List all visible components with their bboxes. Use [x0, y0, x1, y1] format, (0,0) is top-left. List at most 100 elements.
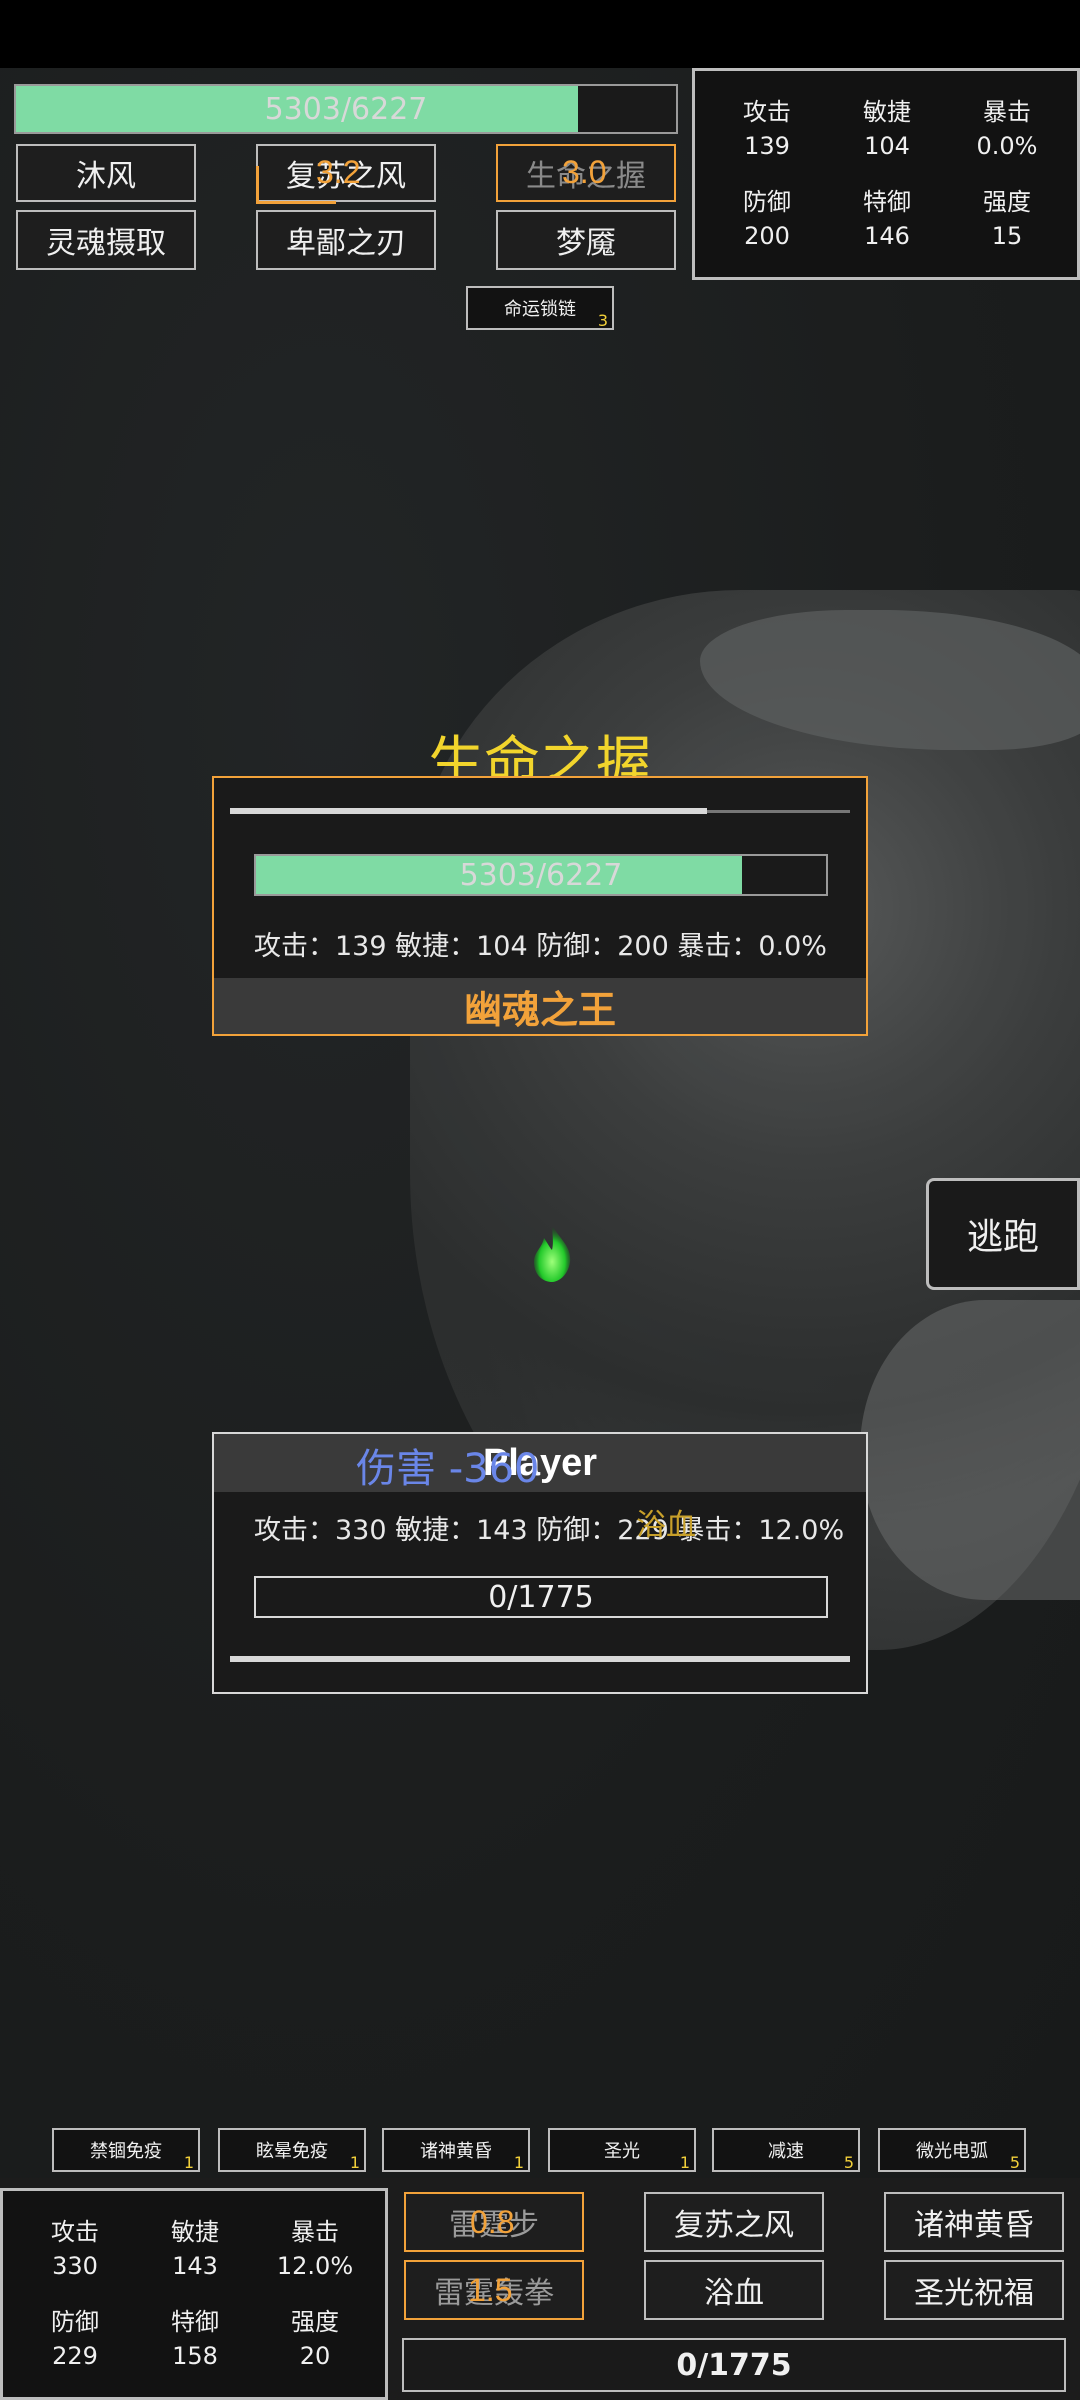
stat-label: 防御	[51, 2308, 99, 2336]
buff-chip[interactable]: 诸神黄昏 1	[382, 2128, 530, 2172]
enemy-panel: 5303/6227 攻击：139 敏捷：104 防御：200 暴击：0.0% 幽…	[212, 776, 868, 1036]
skill-button-shengguang[interactable]: 圣光祝福	[884, 2260, 1064, 2320]
skill-button-fusu[interactable]: 复苏之风 3.2	[256, 144, 436, 204]
skill-button-mengyan[interactable]: 梦魇	[496, 210, 676, 270]
top-hp-bar: 5303/6227	[14, 84, 678, 134]
buff-chip-fate-chain[interactable]: 命运锁链 3	[466, 286, 614, 330]
stat-value: 330	[52, 2252, 98, 2280]
skill-label: 灵魂摄取	[46, 226, 166, 261]
skill-cooldown: 0.8	[470, 2204, 515, 2240]
stat-label: 攻击	[51, 2218, 99, 2246]
stat-value: 146	[864, 222, 910, 250]
stat-attack: 攻击 139	[707, 95, 827, 163]
buff-chip[interactable]: 减速 5	[712, 2128, 860, 2172]
skill-button-leiting-fist[interactable]: 雷霆轰拳 1.5	[404, 2260, 584, 2320]
buff-label: 圣光	[604, 2141, 640, 2162]
skill-button-yuxue[interactable]: 浴血	[644, 2260, 824, 2320]
flame-icon	[534, 1224, 571, 1282]
buff-count: 1	[183, 2153, 194, 2172]
buff-count: 1	[349, 2153, 360, 2172]
stat-special-defense: 特御 158	[135, 2305, 255, 2373]
buff-chip[interactable]: 眩晕免疫 1	[218, 2128, 366, 2172]
buff-count: 1	[679, 2153, 690, 2172]
stat-label: 攻击	[743, 98, 791, 126]
stat-value: 158	[172, 2342, 218, 2370]
buff-count: 3	[597, 311, 608, 330]
skill-label: 卑鄙之刃	[286, 226, 406, 261]
skill-button-beibi[interactable]: 卑鄙之刃	[256, 210, 436, 270]
stat-agility: 敏捷 143	[135, 2215, 255, 2283]
stat-label: 敏捷	[171, 2218, 219, 2246]
enemy-hp-bar: 5303/6227	[254, 854, 828, 896]
stat-crit: 暴击 0.0%	[947, 95, 1067, 163]
stat-crit: 暴击 12.0%	[255, 2215, 375, 2283]
buff-count: 5	[1009, 2153, 1020, 2172]
skill-cooldown: 1.5	[468, 2272, 513, 2308]
skill-label: 梦魇	[556, 226, 616, 261]
top-hp-text: 5303/6227	[264, 91, 428, 127]
buff-chip[interactable]: 微光电弧 5	[878, 2128, 1026, 2172]
skill-button-zhushen[interactable]: 诸神黄昏	[884, 2192, 1064, 2252]
stat-label: 防御	[743, 188, 791, 216]
skill-label: 圣光祝福	[914, 2276, 1034, 2311]
bottom-mp-text: 0/1775	[676, 2347, 792, 2383]
buff-label: 微光电弧	[916, 2141, 988, 2162]
damage-popup: 伤害 -360	[356, 1446, 540, 1492]
skill-button-leiting-step[interactable]: 雷霆步 0.8	[404, 2192, 584, 2252]
stat-value: 139	[744, 132, 790, 160]
stat-defense: 防御 200	[707, 185, 827, 253]
buff-label: 命运锁链	[504, 299, 576, 320]
buff-label: 减速	[768, 2141, 804, 2162]
stat-special-defense: 特御 146	[827, 185, 947, 253]
player-panel: Player 攻击：330 敏捷：143 防御：229 暴击：12.0% 0/1…	[212, 1432, 868, 1694]
cast-progress-fill	[230, 808, 708, 814]
stat-value: 229	[52, 2342, 98, 2370]
buff-chip[interactable]: 禁锢免疫 1	[52, 2128, 200, 2172]
skill-button-fusu-bottom[interactable]: 复苏之风	[644, 2192, 824, 2252]
stat-agility: 敏捷 104	[827, 95, 947, 163]
buff-count: 5	[843, 2153, 854, 2172]
bottom-mp-bar: 0/1775	[402, 2338, 1066, 2392]
skill-label: 浴血	[704, 2276, 764, 2311]
enemy-hp-text: 5303/6227	[459, 857, 623, 893]
stat-value: 15	[991, 222, 1023, 250]
stat-value: 200	[744, 222, 790, 250]
player-stats-panel: 攻击 330 敏捷 143 暴击 12.0% 防御 229 特御 158 强度 20	[0, 2188, 388, 2400]
player-name-bar: Player	[214, 1434, 866, 1492]
stat-attack: 攻击 330	[15, 2215, 135, 2283]
stat-label: 强度	[291, 2308, 339, 2336]
buff-chip[interactable]: 圣光 1	[548, 2128, 696, 2172]
stat-intensity: 强度 20	[255, 2305, 375, 2373]
player-progress-line	[230, 1656, 850, 1662]
stat-label: 强度	[983, 188, 1031, 216]
skill-label: 沐风	[76, 159, 136, 194]
escape-button[interactable]: 逃跑	[926, 1178, 1080, 1290]
stat-intensity: 强度 15	[947, 185, 1067, 253]
buff-count: 1	[513, 2153, 524, 2172]
stat-value: 0.0%	[976, 132, 1038, 160]
skill-button-mufeng[interactable]: 沐风	[16, 144, 196, 202]
enemy-name: 幽魂之王	[463, 987, 616, 1032]
stat-value: 143	[172, 2252, 218, 2280]
buff-label: 禁锢免疫	[90, 2141, 162, 2162]
skill-label: 复苏之风	[674, 2208, 794, 2243]
enemy-stat-line: 攻击：139 敏捷：104 防御：200 暴击：0.0%	[254, 931, 827, 962]
stat-label: 暴击	[983, 98, 1031, 126]
skill-cooldown: 3.0	[562, 154, 607, 190]
skill-cooldown: 3.2	[316, 154, 361, 190]
floating-status-text: 浴血	[636, 1508, 696, 1543]
enemy-stats-panel: 攻击 139 敏捷 104 暴击 0.0% 防御 200 特御 146 强度 15	[692, 68, 1080, 280]
skill-label: 诸神黄昏	[914, 2208, 1034, 2243]
stat-label: 特御	[171, 2308, 219, 2336]
buff-label: 眩晕免疫	[256, 2141, 328, 2162]
skill-button-shengming[interactable]: 生命之握 3.0	[496, 144, 676, 202]
player-mp-text: 0/1775	[488, 1579, 594, 1615]
skill-button-linghun[interactable]: 灵魂摄取	[16, 210, 196, 270]
stat-label: 特御	[863, 188, 911, 216]
status-bar	[0, 0, 1080, 68]
stat-value: 20	[299, 2342, 331, 2370]
stat-defense: 防御 229	[15, 2305, 135, 2373]
enemy-name-bar: 幽魂之王	[214, 978, 866, 1034]
stat-label: 暴击	[291, 2218, 339, 2246]
player-stat-line: 攻击：330 敏捷：143 防御：229 暴击：12.0%	[254, 1515, 845, 1546]
